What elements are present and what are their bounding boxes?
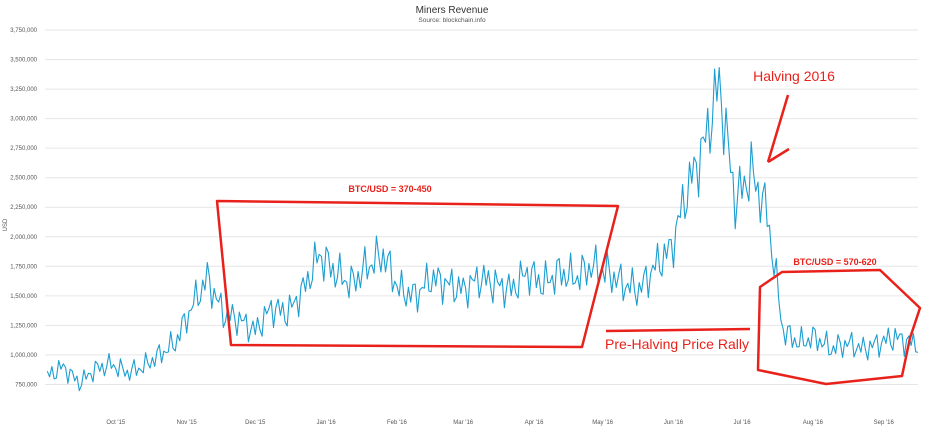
y-tick-label: 3,000,000	[10, 117, 37, 123]
y-tick-label: 750,000	[15, 382, 37, 388]
y-tick-label: 1,500,000	[10, 294, 37, 300]
y-tick-labels: 750,000 1,000,000 1,250,000 1,500,000 1,750,…	[10, 28, 37, 388]
y-tick-label: 2,250,000	[10, 205, 37, 211]
x-tick-label: Aug '16	[803, 420, 824, 426]
y-tick-label: 2,500,000	[10, 176, 37, 182]
x-tick-label: May '16	[592, 420, 613, 426]
x-tick-label: Jun '16	[664, 420, 684, 426]
chart-subtitle: Source: blockchain.info	[418, 17, 486, 24]
y-tick-label: 2,750,000	[10, 146, 37, 152]
annotation-halving: Halving 2016	[753, 68, 835, 84]
x-tick-label: Jan '16	[317, 420, 337, 426]
y-tick-label: 3,250,000	[10, 87, 37, 93]
y-tick-label: 1,000,000	[10, 353, 37, 359]
chart: Miners Revenue Source: blockchain.info U…	[3, 5, 922, 426]
x-tick-label: Feb '16	[387, 420, 407, 426]
miners-revenue-series-line	[46, 67, 919, 392]
y-tick-label: 3,750,000	[10, 28, 37, 34]
y-axis-label: USD	[3, 218, 9, 231]
x-tick-label: Sep '16	[874, 420, 895, 426]
y-tick-label: 1,750,000	[10, 264, 37, 270]
x-tick-label: Dec '15	[245, 420, 266, 426]
x-tick-label: Apr '16	[525, 420, 544, 426]
x-tick-label: Jul '16	[733, 420, 751, 426]
annotation-underline	[605, 327, 751, 333]
annotation-range-2: BTC/USD = 570-620	[793, 257, 876, 267]
annotation-range-1: BTC/USD = 370-450	[348, 184, 431, 194]
y-tick-label: 2,000,000	[10, 235, 37, 241]
y-tick-label: 3,500,000	[10, 58, 37, 64]
x-tick-labels: Oct '15 Nov '15 Dec '15 Jan '16 Feb '16 Mar '…	[106, 420, 894, 426]
x-tick-label: Mar '16	[453, 420, 473, 426]
chart-title: Miners Revenue	[416, 5, 489, 16]
y-tick-label: 1,250,000	[10, 323, 37, 329]
annotation-pre-halving: Pre-Halving Price Rally	[605, 336, 749, 352]
x-tick-label: Nov '15	[177, 420, 198, 426]
x-tick-label: Oct '15	[106, 420, 125, 426]
